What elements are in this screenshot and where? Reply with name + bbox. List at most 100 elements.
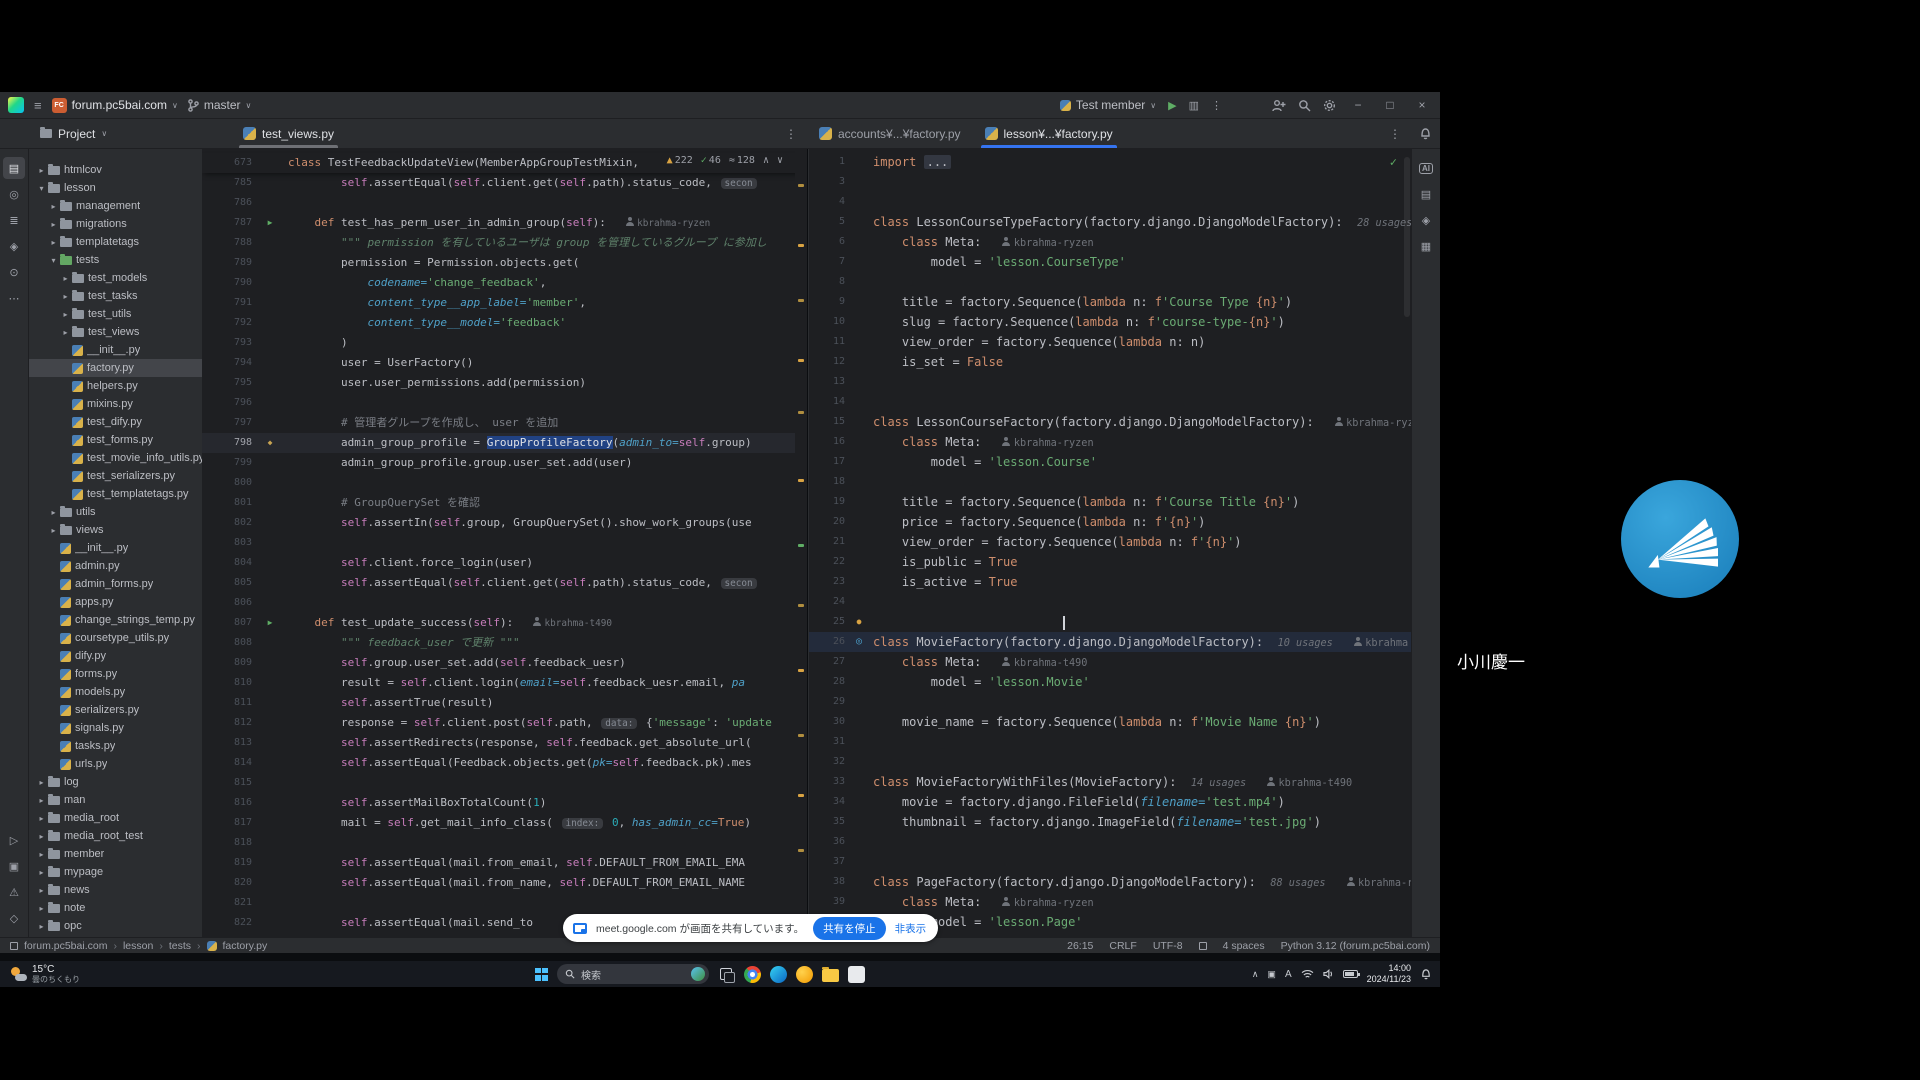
wifi-icon[interactable] xyxy=(1301,969,1314,979)
code-line-15[interactable]: 15class LessonCourseFactory(factory.djan… xyxy=(809,412,1411,432)
code-line-39[interactable]: 39 class Meta: kbrahma-ryzen xyxy=(809,892,1411,912)
line-ending[interactable]: CRLF xyxy=(1109,940,1136,952)
code-line-19[interactable]: 19 title = factory.Sequence(lambda n: f'… xyxy=(809,492,1411,512)
run-icon[interactable]: ▷ xyxy=(3,829,25,851)
code-line-22[interactable]: 22 is_public = True xyxy=(809,552,1411,572)
tree-item-test_dify.py[interactable]: test_dify.py xyxy=(29,413,202,431)
tree-item-dify.py[interactable]: dify.py xyxy=(29,647,202,665)
taskbar-search[interactable]: 検索 xyxy=(557,964,709,984)
tree-item-mixins.py[interactable]: mixins.py xyxy=(29,395,202,413)
code-line-821[interactable]: 821 xyxy=(202,893,807,913)
code-line-787[interactable]: 787▶ def test_has_perm_user_in_admin_gro… xyxy=(202,213,807,233)
code-line-802[interactable]: 802 self.assertIn(self.group, GroupQuery… xyxy=(202,513,807,533)
code-line-818[interactable]: 818 xyxy=(202,833,807,853)
error-stripe[interactable] xyxy=(795,149,807,937)
chevron-icon[interactable]: ▸ xyxy=(35,850,48,859)
notifications-bell-icon[interactable] xyxy=(1419,127,1432,140)
tree-item-media_root[interactable]: ▸media_root xyxy=(29,809,202,827)
code-line-34[interactable]: 34 movie = factory.django.FileField(file… xyxy=(809,792,1411,812)
inspections-ok-icon[interactable]: ✓ xyxy=(1390,155,1397,169)
chevron-icon[interactable]: ▸ xyxy=(47,202,60,211)
bookmarks-icon[interactable]: ◈ xyxy=(3,235,25,257)
chevron-icon[interactable]: ▸ xyxy=(59,328,72,337)
code-line-20[interactable]: 20 price = factory.Sequence(lambda n: f'… xyxy=(809,512,1411,532)
tab-accounts-factory[interactable]: accounts¥...¥factory.py xyxy=(807,119,973,148)
volume-icon[interactable] xyxy=(1323,969,1334,979)
tree-item-mypage[interactable]: ▸mypage xyxy=(29,863,202,881)
code-line-809[interactable]: 809 self.group.user_set.add(self.feedbac… xyxy=(202,653,807,673)
tree-item-migrations[interactable]: ▸migrations xyxy=(29,215,202,233)
code-line-815[interactable]: 815 xyxy=(202,773,807,793)
tree-item-man[interactable]: ▸man xyxy=(29,791,202,809)
tab-test-views[interactable]: test_views.py xyxy=(231,119,346,148)
tree-item-urls.py[interactable]: urls.py xyxy=(29,755,202,773)
code-line-38[interactable]: 38class PageFactory(factory.django.Djang… xyxy=(809,872,1411,892)
chevron-icon[interactable]: ▸ xyxy=(47,238,60,247)
code-line-811[interactable]: 811 self.assertTrue(result) xyxy=(202,693,807,713)
code-line-4[interactable]: 4 xyxy=(809,192,1411,212)
tree-item-news[interactable]: ▸news xyxy=(29,881,202,899)
project-panel-header[interactable]: Project ∨ xyxy=(0,119,231,148)
code-line-12[interactable]: 12 is_set = False xyxy=(809,352,1411,372)
code-line-812[interactable]: 812 response = self.client.post(self.pat… xyxy=(202,713,807,733)
tree-item-member[interactable]: ▸member xyxy=(29,845,202,863)
code-line-795[interactable]: 795 user.user_permissions.add(permission… xyxy=(202,373,807,393)
tree-item-signals.py[interactable]: signals.py xyxy=(29,719,202,737)
tab-options-icon[interactable]: ⋮ xyxy=(785,127,807,141)
code-line-813[interactable]: 813 self.assertRedirects(response, self.… xyxy=(202,733,807,753)
editor-test-views[interactable]: 673class TestFeedbackUpdateView(MemberAp… xyxy=(202,149,807,937)
indent-setting[interactable]: 4 spaces xyxy=(1223,940,1265,952)
code-line-11[interactable]: 11 view_order = factory.Sequence(lambda … xyxy=(809,332,1411,352)
run-button[interactable]: ▶ xyxy=(1168,99,1176,112)
chevron-icon[interactable]: ▸ xyxy=(35,814,48,823)
inspection-count[interactable]: ▲222 xyxy=(667,155,693,166)
tab-lesson-factory[interactable]: lesson¥...¥factory.py xyxy=(973,119,1125,148)
project-icon[interactable]: ▤ xyxy=(3,157,25,179)
code-line-817[interactable]: 817 mail = self.get_mail_info_class( ind… xyxy=(202,813,807,833)
code-line-9[interactable]: 9 title = factory.Sequence(lambda n: f'C… xyxy=(809,292,1411,312)
intention-bulb-icon[interactable]: ● xyxy=(845,612,873,632)
run-configuration-widget[interactable]: Test member ∨ xyxy=(1060,98,1156,112)
terminal-icon[interactable]: ▣ xyxy=(3,855,25,877)
taskbar-clock[interactable]: 14:00 2024/11/23 xyxy=(1367,963,1411,985)
tree-item-test_utils[interactable]: ▸test_utils xyxy=(29,305,202,323)
ime-indicator[interactable]: A xyxy=(1285,969,1292,980)
code-line-798[interactable]: 798◆ admin_group_profile = GroupProfileF… xyxy=(202,433,807,453)
code-line-1[interactable]: 1import ... xyxy=(809,152,1411,172)
inspection-nav-icon[interactable]: ∨ xyxy=(777,155,783,166)
code-line-24[interactable]: 24 xyxy=(809,592,1411,612)
breadcrumb-item[interactable]: forum.pc5bai.com xyxy=(24,940,107,952)
code-line-805[interactable]: 805 self.assertEqual(self.client.get(sel… xyxy=(202,573,807,593)
tree-item-lesson[interactable]: ▾lesson xyxy=(29,179,202,197)
chat-icon[interactable]: ▦ xyxy=(1415,235,1437,257)
commit-icon[interactable]: ◎ xyxy=(3,183,25,205)
chevron-icon[interactable]: ▸ xyxy=(59,310,72,319)
code-line-792[interactable]: 792 content_type__model='feedback' xyxy=(202,313,807,333)
chevron-icon[interactable]: ▸ xyxy=(35,904,48,913)
tree-item-test_templatetags.py[interactable]: test_templatetags.py xyxy=(29,485,202,503)
ai-assistant-icon[interactable]: AI xyxy=(1415,157,1437,179)
project-widget[interactable]: FC forum.pc5bai.com ∨ xyxy=(52,98,178,113)
tray-app-icon[interactable]: ▣ xyxy=(1267,969,1276,980)
tree-item-note[interactable]: ▸note xyxy=(29,899,202,917)
tree-item-change_strings_temp.py[interactable]: change_strings_temp.py xyxy=(29,611,202,629)
search-icon[interactable] xyxy=(1298,99,1311,112)
tree-item-__init__.py[interactable]: __init__.py xyxy=(29,539,202,557)
run-test-icon[interactable]: ▶ xyxy=(252,213,288,233)
tree-item-serializers.py[interactable]: serializers.py xyxy=(29,701,202,719)
code-line-804[interactable]: 804 self.client.force_login(user) xyxy=(202,553,807,573)
tree-item-tests[interactable]: ▾tests xyxy=(29,251,202,269)
code-line-29[interactable]: 29 xyxy=(809,692,1411,712)
chevron-icon[interactable]: ▸ xyxy=(35,886,48,895)
close-button[interactable]: × xyxy=(1412,98,1432,112)
tree-item-tasks.py[interactable]: tasks.py xyxy=(29,737,202,755)
chevron-icon[interactable]: ▸ xyxy=(59,274,72,283)
chevron-icon[interactable]: ▸ xyxy=(59,292,72,301)
problems-icon[interactable]: ⚠ xyxy=(3,881,25,903)
file-explorer-icon[interactable] xyxy=(822,969,839,982)
code-line-3[interactable]: 3 xyxy=(809,172,1411,192)
tree-item-media_root_test[interactable]: ▸media_root_test xyxy=(29,827,202,845)
hide-toast-button[interactable]: 非表示 xyxy=(895,921,927,936)
chevron-icon[interactable]: ▸ xyxy=(47,508,60,517)
chevron-icon[interactable]: ▾ xyxy=(35,184,48,193)
